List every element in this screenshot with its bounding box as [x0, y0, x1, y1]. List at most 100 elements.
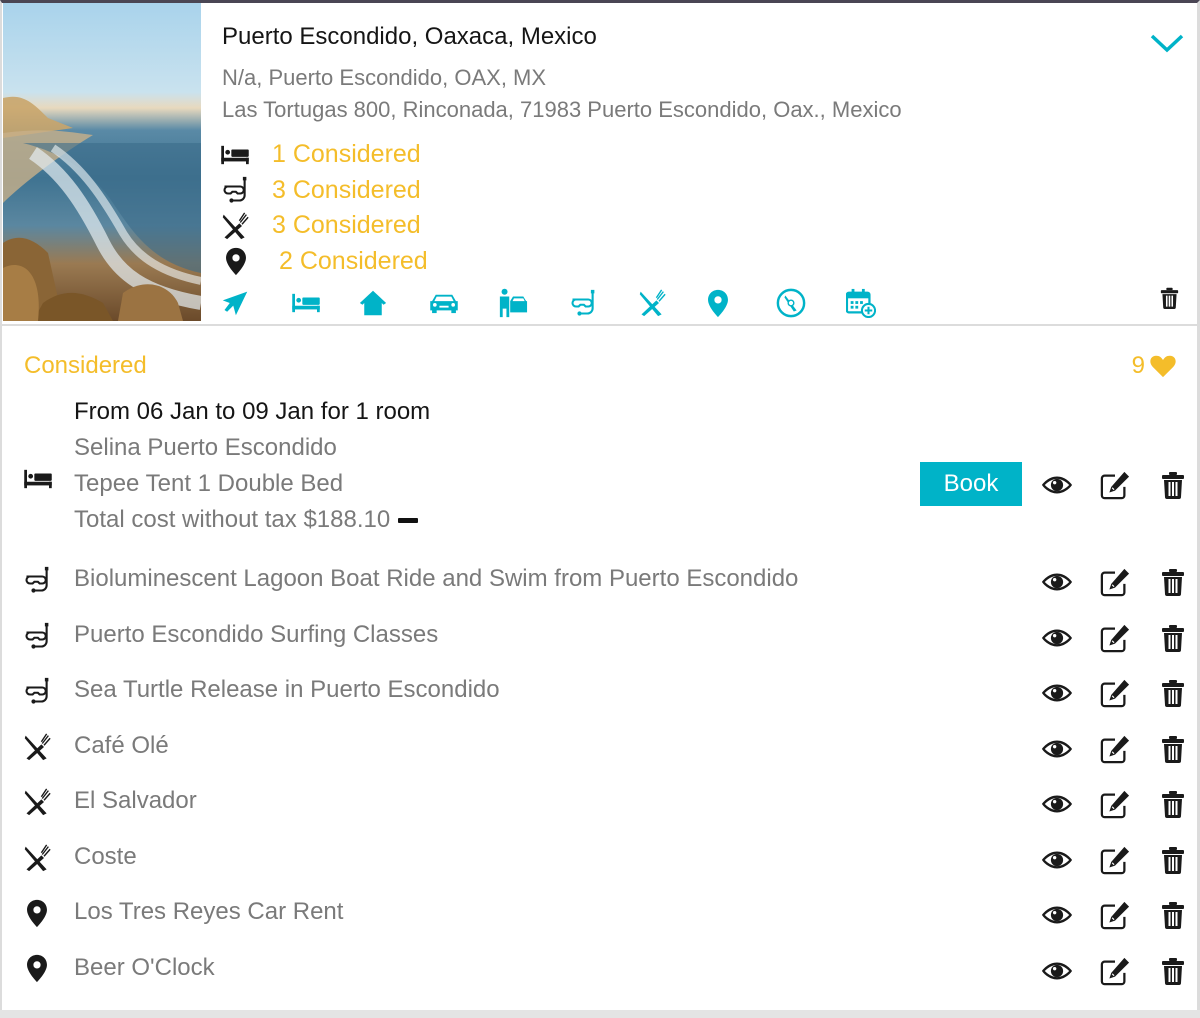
snorkel-icon: [220, 175, 254, 205]
list-item: Bioluminescent Lagoon Boat Ride and Swim…: [2, 553, 1197, 609]
count-label: 1 Considered: [272, 140, 421, 169]
count-label: 2 Considered: [279, 246, 428, 275]
trash-icon: [1161, 568, 1185, 596]
add-category-toolbar: [220, 286, 915, 320]
edit-button[interactable]: [1086, 623, 1144, 653]
item-actions: [1028, 567, 1200, 597]
edit-icon: [1099, 900, 1131, 930]
edit-button[interactable]: [1086, 470, 1144, 500]
restaurant-icon: [637, 289, 667, 317]
delete-destination-button[interactable]: [1160, 287, 1179, 314]
count-activities[interactable]: 3 Considered: [220, 173, 428, 209]
edit-icon: [1099, 845, 1131, 875]
destination-header: Puerto Escondido, Oaxaca, Mexico N/a, Pu…: [2, 3, 1197, 326]
edit-button[interactable]: [1086, 845, 1144, 875]
beach-photo: [3, 3, 201, 321]
trash-icon: [1161, 901, 1185, 929]
delete-button[interactable]: [1144, 790, 1200, 818]
count-hotels[interactable]: 1 Considered: [220, 137, 428, 173]
edit-button[interactable]: [1086, 678, 1144, 708]
item-name[interactable]: Sea Turtle Release in Puerto Escondido: [74, 676, 500, 704]
view-button[interactable]: [1028, 571, 1086, 593]
edit-button[interactable]: [1086, 734, 1144, 764]
edit-icon: [1099, 470, 1131, 500]
item-name[interactable]: Bioluminescent Lagoon Boat Ride and Swim…: [74, 565, 798, 593]
edit-button[interactable]: [1086, 956, 1144, 986]
favorites-number: 9: [1131, 352, 1145, 379]
map-pin-icon: [220, 246, 254, 276]
edit-button[interactable]: [1086, 900, 1144, 930]
item-actions: [1028, 623, 1200, 653]
count-restaurants[interactable]: 3 Considered: [220, 208, 428, 244]
snorkel-icon: [568, 289, 598, 317]
delete-button[interactable]: [1144, 901, 1200, 929]
view-button[interactable]: [1028, 849, 1086, 871]
count-label: 3 Considered: [272, 175, 421, 204]
trash-icon: [1161, 846, 1185, 874]
explore-button[interactable]: [776, 286, 846, 320]
eye-icon: [1041, 738, 1073, 760]
item-name[interactable]: Café Olé: [74, 732, 169, 760]
destination-title: Puerto Escondido, Oaxaca, Mexico: [222, 23, 597, 50]
add-activity-button[interactable]: [568, 286, 638, 320]
favorites-count[interactable]: 9: [1132, 352, 1177, 380]
add-event-button[interactable]: [846, 286, 916, 320]
edit-button[interactable]: [1086, 789, 1144, 819]
restaurant-icon: [22, 843, 56, 873]
edit-icon: [1099, 734, 1131, 764]
count-places[interactable]: 2 Considered: [220, 244, 428, 280]
trash-icon: [1161, 957, 1185, 985]
delete-button[interactable]: [1144, 846, 1200, 874]
edit-button[interactable]: [1086, 567, 1144, 597]
flight-icon: [220, 289, 250, 317]
item-name[interactable]: El Salvador: [74, 787, 197, 815]
considered-counts: 1 Considered 3 Considered 3 Considered 2…: [220, 137, 428, 279]
add-hotel-button[interactable]: [290, 286, 360, 320]
add-rental-button[interactable]: [359, 286, 429, 320]
view-button[interactable]: [1028, 793, 1086, 815]
delete-button[interactable]: [1144, 568, 1200, 596]
view-button[interactable]: [1028, 904, 1086, 926]
destination-card: Puerto Escondido, Oaxaca, Mexico N/a, Pu…: [0, 0, 1200, 1010]
trash-icon: [1160, 287, 1179, 309]
view-button[interactable]: [1028, 738, 1086, 760]
hotel-name[interactable]: Selina Puerto Escondido: [74, 434, 337, 462]
delete-button[interactable]: [1144, 471, 1200, 499]
delete-button[interactable]: [1144, 957, 1200, 985]
eye-icon: [1041, 627, 1073, 649]
item-name[interactable]: Puerto Escondido Surfing Classes: [74, 621, 438, 649]
view-button[interactable]: [1028, 627, 1086, 649]
home-icon: [359, 289, 387, 317]
add-transfer-button[interactable]: [498, 286, 568, 320]
restaurant-icon: [22, 732, 56, 762]
item-name[interactable]: Beer O'Clock: [74, 954, 215, 982]
trash-icon: [1161, 679, 1185, 707]
view-button[interactable]: [1028, 960, 1086, 982]
add-car-button[interactable]: [429, 286, 499, 320]
item-actions: [1028, 956, 1200, 986]
hotel-cost: Total cost without tax $188.10: [74, 506, 391, 533]
item-name[interactable]: Los Tres Reyes Car Rent: [74, 898, 343, 926]
add-place-button[interactable]: [707, 286, 777, 320]
view-button[interactable]: [1028, 474, 1086, 496]
chevron-down-icon[interactable]: [1149, 31, 1185, 55]
snorkel-icon: [22, 565, 56, 595]
item-name[interactable]: Coste: [74, 843, 137, 871]
edit-icon: [1099, 678, 1131, 708]
snorkel-icon: [22, 621, 56, 651]
add-flight-button[interactable]: [220, 286, 290, 320]
list-item: Coste: [2, 831, 1197, 887]
collapse-toggle[interactable]: [398, 517, 419, 523]
add-restaurant-button[interactable]: [637, 286, 707, 320]
heart-icon: [1149, 354, 1177, 378]
item-actions: [1028, 845, 1200, 875]
delete-button[interactable]: [1144, 735, 1200, 763]
compass-icon: [776, 288, 806, 318]
delete-button[interactable]: [1144, 679, 1200, 707]
view-button[interactable]: [1028, 682, 1086, 704]
delete-button[interactable]: [1144, 624, 1200, 652]
book-button[interactable]: Book: [920, 462, 1022, 506]
map-pin-icon: [707, 289, 729, 318]
edit-icon: [1099, 567, 1131, 597]
destination-subtitle: N/a, Puerto Escondido, OAX, MX: [222, 65, 547, 90]
